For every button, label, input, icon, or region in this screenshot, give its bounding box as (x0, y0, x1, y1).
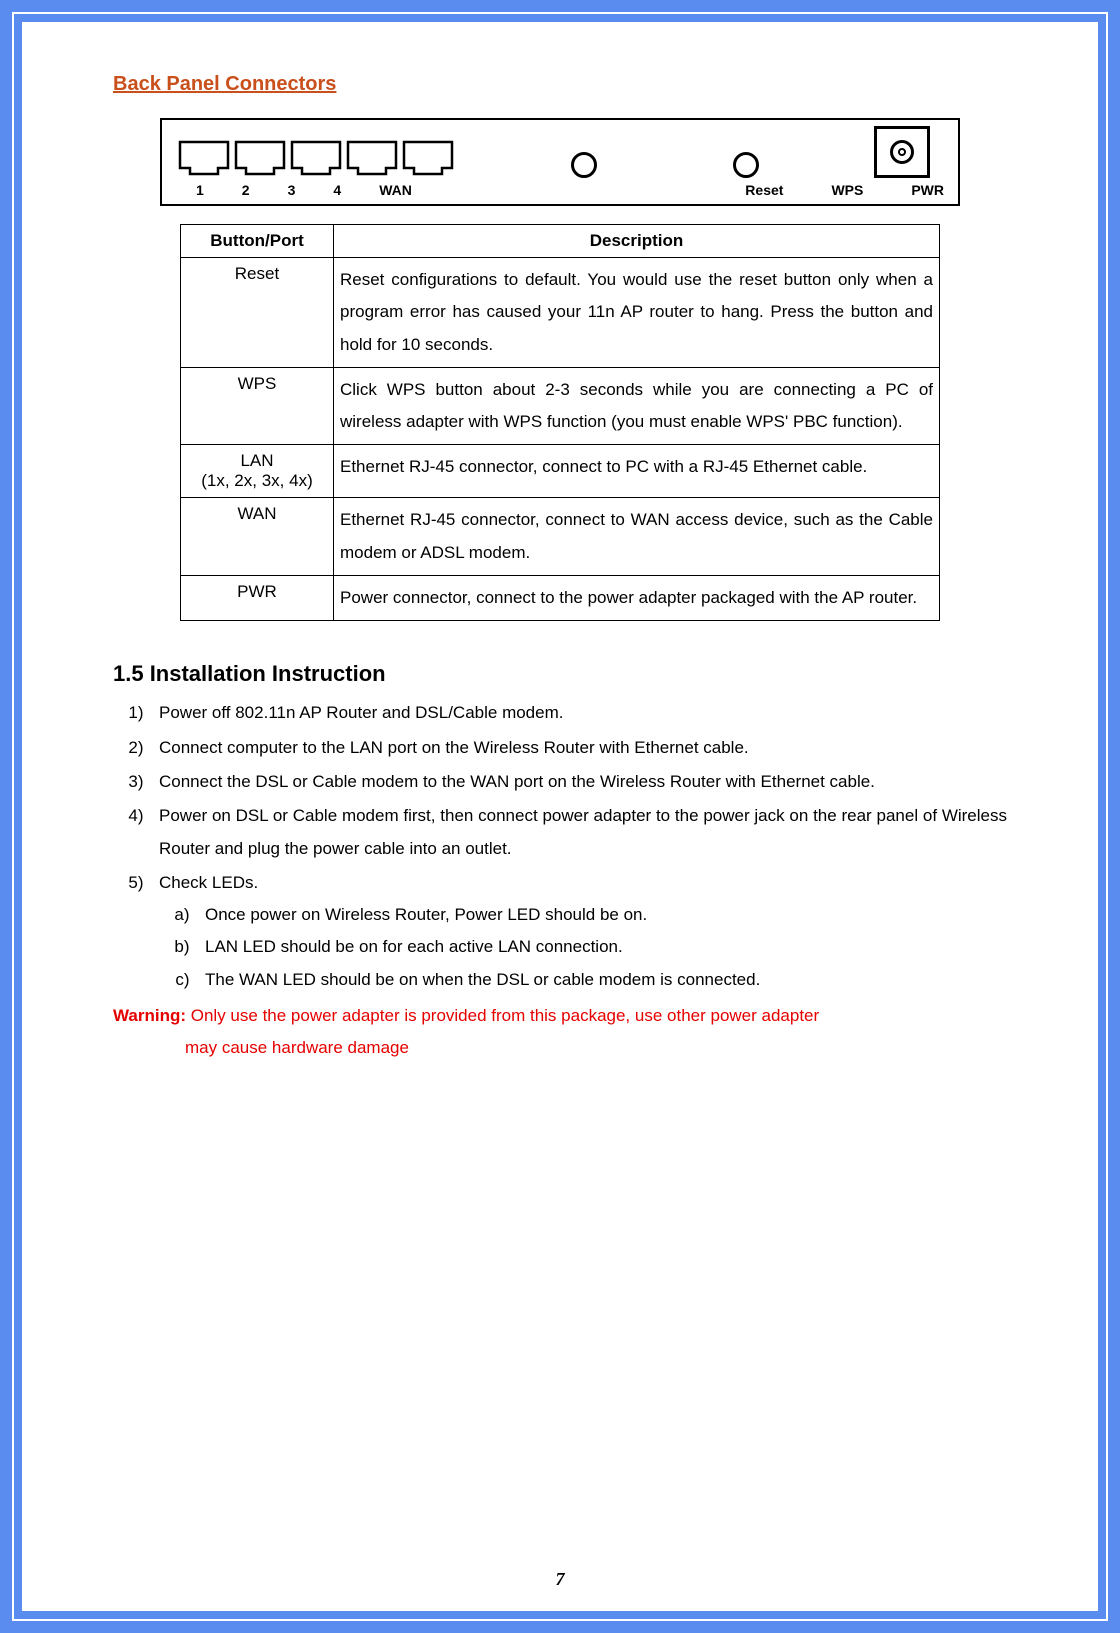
port-desc: Ethernet RJ-45 connector, connect to WAN… (334, 498, 940, 576)
rj45-port-2 (232, 140, 288, 178)
list-item: The WAN LED should be on when the DSL or… (199, 964, 1007, 996)
list-item: Power on DSL or Cable modem first, then … (153, 800, 1007, 865)
table-row: LAN (1x, 2x, 3x, 4x) Ethernet RJ-45 conn… (181, 445, 940, 498)
list-item: Connect the DSL or Cable modem to the WA… (153, 766, 1007, 798)
list-item: LAN LED should be on for each active LAN… (199, 931, 1007, 963)
port-label-pwr: PWR (911, 182, 944, 198)
port-name: Reset (235, 264, 279, 283)
list-item-text: Check LEDs. (159, 873, 258, 892)
table-row: Reset Reset configurations to default. Y… (181, 258, 940, 368)
port-label-1: 1 (196, 182, 204, 198)
port-name: LAN (187, 451, 327, 471)
list-item: Connect computer to the LAN port on the … (153, 732, 1007, 764)
page-number: 7 (23, 1569, 1097, 1590)
port-label-2: 2 (242, 182, 250, 198)
table-row: PWR Power connector, connect to the powe… (181, 576, 940, 621)
rj45-port-4 (344, 140, 400, 178)
port-label-wan: WAN (379, 182, 412, 198)
port-desc: Ethernet RJ-45 connector, connect to PC … (334, 445, 940, 498)
table-header-port: Button/Port (181, 225, 334, 258)
port-label-wps: WPS (831, 182, 863, 198)
reset-button-hole (549, 144, 619, 178)
rj45-port-wan (400, 140, 456, 178)
warning-body-1: Only use the power adapter is provided f… (186, 1006, 819, 1025)
section-heading-back-panel: Back Panel Connectors (113, 73, 1007, 96)
warning-label: Warning: (113, 1006, 186, 1025)
installation-steps-list: Power off 802.11n AP Router and DSL/Cabl… (153, 697, 1007, 996)
wps-button-hole (711, 144, 781, 178)
check-leds-sublist: Once power on Wireless Router, Power LED… (199, 899, 1007, 996)
warning-text: Warning: Only use the power adapter is p… (113, 1000, 1007, 1065)
connector-description-table: Button/Port Description Reset Reset conf… (180, 224, 940, 621)
port-label-3: 3 (288, 182, 296, 198)
port-label-4: 4 (333, 182, 341, 198)
port-name: WPS (238, 374, 277, 393)
table-header-desc: Description (334, 225, 940, 258)
port-desc: Reset configurations to default. You wou… (334, 258, 940, 368)
list-item: Check LEDs. Once power on Wireless Route… (153, 867, 1007, 996)
rj45-port-3 (288, 140, 344, 178)
rj45-port-1 (176, 140, 232, 178)
back-panel-diagram: 1 2 3 4 WAN Reset WPS PWR (160, 118, 960, 206)
lan-wan-port-group (176, 140, 456, 178)
list-item: Power off 802.11n AP Router and DSL/Cabl… (153, 697, 1007, 729)
warning-body-2: may cause hardware damage (185, 1032, 1007, 1064)
port-desc: Click WPS button about 2-3 seconds while… (334, 367, 940, 445)
port-name: PWR (237, 582, 277, 601)
pwr-jack (874, 130, 944, 178)
table-row: WPS Click WPS button about 2-3 seconds w… (181, 367, 940, 445)
list-item: Once power on Wireless Router, Power LED… (199, 899, 1007, 931)
port-label-reset: Reset (745, 182, 783, 198)
port-name-extra: (1x, 2x, 3x, 4x) (187, 471, 327, 491)
port-name: WAN (237, 504, 276, 523)
section-heading-installation: 1.5 Installation Instruction (113, 661, 1007, 687)
table-row: WAN Ethernet RJ-45 connector, connect to… (181, 498, 940, 576)
port-desc: Power connector, connect to the power ad… (334, 576, 940, 621)
